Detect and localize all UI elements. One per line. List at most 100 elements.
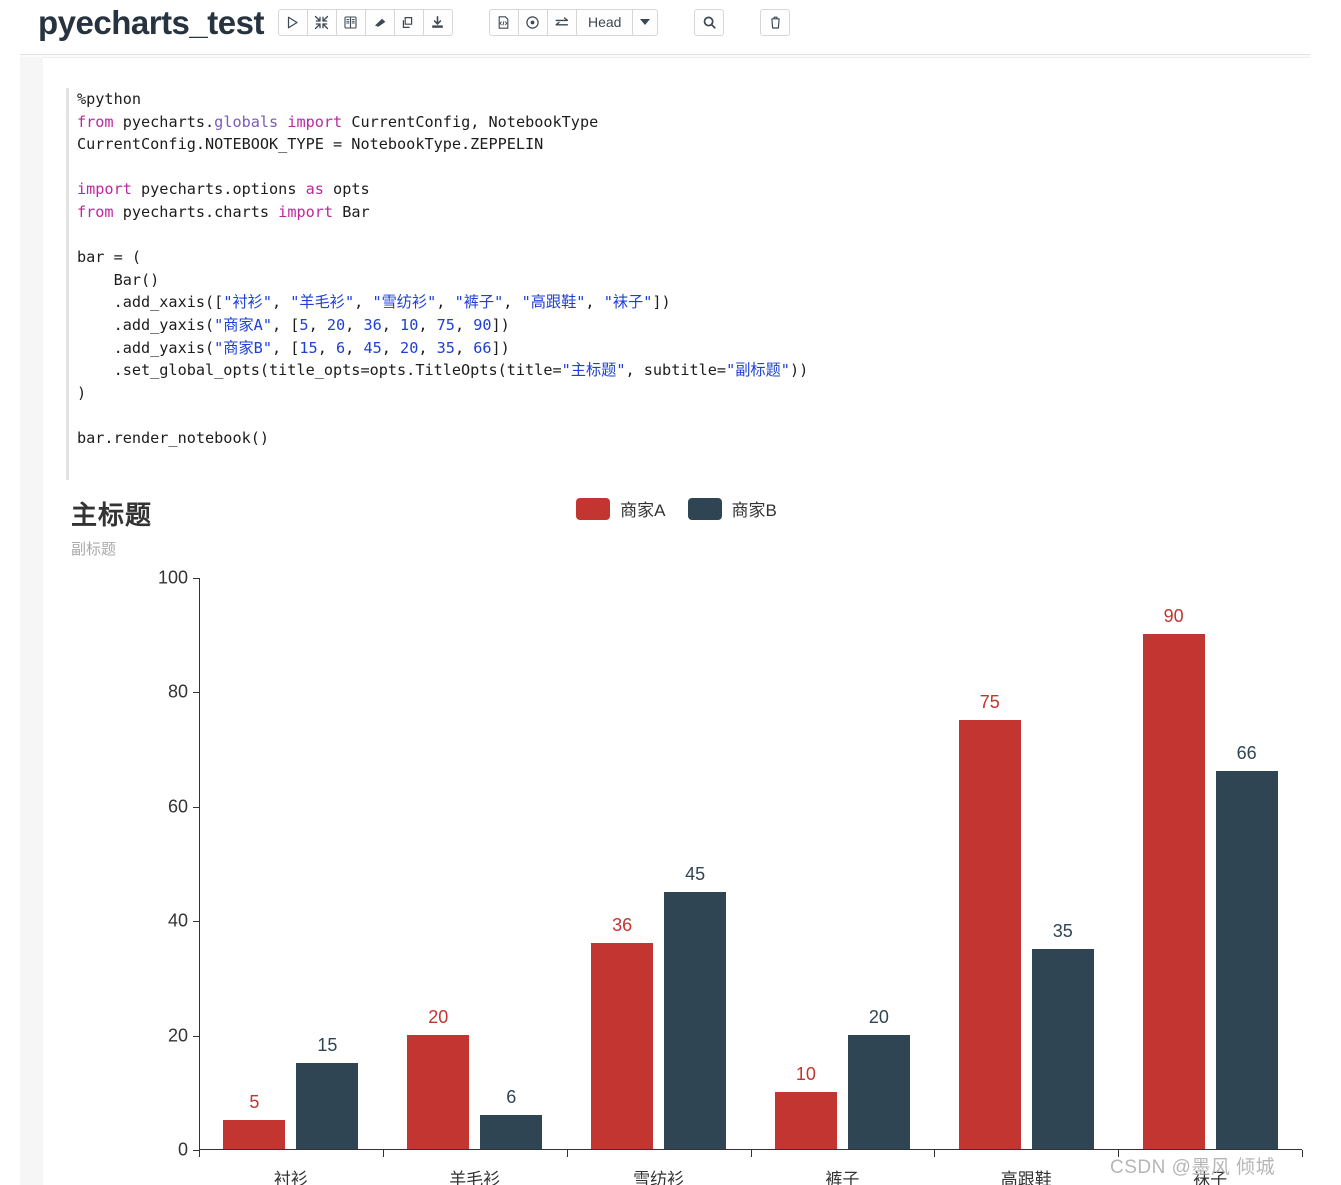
search-icon <box>702 15 717 30</box>
code-token: ) <box>77 383 87 402</box>
bar-商家A-羊毛衫[interactable]: 20 <box>407 1007 470 1149</box>
code-token: , <box>271 293 291 312</box>
legend-item-商家B[interactable]: 商家B <box>687 496 777 521</box>
x-category-label: 衬衫 <box>273 1170 308 1185</box>
code-token: bar = ( <box>77 248 142 267</box>
hide-output-button[interactable] <box>306 8 337 36</box>
bar-商家A-裤子[interactable]: 10 <box>774 1064 837 1149</box>
code-token: from <box>77 202 114 221</box>
code-token: , <box>308 315 327 334</box>
code-token: , <box>345 338 364 357</box>
code-cell[interactable]: %python from pyecharts.globals import Cu… <box>66 88 1256 480</box>
code-token: %python <box>77 90 142 108</box>
bar-value-label: 36 <box>612 915 633 936</box>
y-tick-label: 20 <box>167 1025 188 1046</box>
code-token: ]) <box>491 315 510 334</box>
bar-value-label: 20 <box>868 1006 889 1027</box>
bar-value-label: 20 <box>428 1006 449 1027</box>
code-token: , <box>436 293 455 312</box>
code-token: , <box>418 338 437 357</box>
code-token: "商家A" <box>214 315 272 334</box>
code-token: bar.render_notebook() <box>77 428 270 447</box>
play-triangle-icon <box>285 15 300 30</box>
code-token: import <box>278 202 334 221</box>
code-token: 90 <box>473 315 492 334</box>
bar-商家A-衬衫[interactable]: 5 <box>223 1092 286 1149</box>
bar-value-label: 75 <box>979 692 1000 712</box>
bar-商家B-高跟鞋[interactable]: 35 <box>1031 921 1094 1149</box>
code-editor[interactable]: %python from pyecharts.globals import Cu… <box>66 88 1256 450</box>
export-button[interactable] <box>422 8 453 36</box>
code-token: pyecharts.charts <box>113 202 279 221</box>
notebook-left-strip <box>20 57 43 1185</box>
code-token: "主标题" <box>561 361 626 380</box>
bar-value-label: 6 <box>506 1086 517 1107</box>
bar-商家A-雪纺衫[interactable]: 36 <box>591 915 654 1149</box>
legend-swatch-icon <box>576 497 611 520</box>
code-token: "雪纺衫" <box>372 293 437 312</box>
code-token: ]) <box>491 338 510 357</box>
code-token: "商家B" <box>214 338 272 357</box>
code-token: , <box>345 315 364 334</box>
code-token: , <box>317 338 336 357</box>
x-tick-mark <box>382 1150 384 1157</box>
code-token: import <box>77 180 132 199</box>
code-token: 20 <box>326 315 346 334</box>
code-token: 35 <box>436 338 455 357</box>
y-tick-mark <box>193 1035 199 1037</box>
y-tick-mark <box>193 692 199 694</box>
search-button[interactable] <box>694 8 725 36</box>
bar-商家B-羊毛衫[interactable]: 6 <box>480 1087 543 1149</box>
code-token: as <box>305 180 324 199</box>
code-token: 15 <box>299 338 318 357</box>
bar-商家B-袜子[interactable]: 66 <box>1215 743 1278 1149</box>
chart-legend: 商家A 商家B <box>43 496 1310 521</box>
clone-paragraph-button[interactable] <box>393 8 424 36</box>
code-token: , <box>454 315 474 334</box>
x-tick-mark <box>934 1150 936 1157</box>
code-token: 45 <box>363 338 382 357</box>
code-token: 6 <box>336 338 346 357</box>
bar-商家A-袜子[interactable]: 90 <box>1142 606 1205 1149</box>
y-tick-mark <box>193 921 199 923</box>
book-icon <box>343 15 358 30</box>
code-view-button[interactable] <box>488 8 519 36</box>
code-token: opts <box>323 180 370 199</box>
code-token: Bar <box>333 202 370 221</box>
bar-商家B-雪纺衫[interactable]: 45 <box>664 864 727 1149</box>
code-token: "羊毛衫" <box>290 293 355 312</box>
x-category-label: 羊毛衫 <box>449 1170 501 1185</box>
run-paragraph-button[interactable] <box>277 8 308 36</box>
toggle-button[interactable] <box>546 8 577 36</box>
copy-icon <box>401 15 416 30</box>
version-dropdown-button[interactable] <box>632 8 659 36</box>
bar-商家B-裤子[interactable]: 20 <box>847 1007 910 1149</box>
code-token: Bar() <box>77 270 160 289</box>
bar-商家B-衬衫[interactable]: 15 <box>296 1035 359 1149</box>
bar-商家A-高跟鞋[interactable]: 75 <box>958 692 1021 1149</box>
y-tick-label: 40 <box>167 910 188 931</box>
bar-value-label: 45 <box>685 863 706 884</box>
screenshot-root: pyecharts_test Head %python from pyechar… <box>0 0 1341 1185</box>
code-token: pyecharts. <box>113 112 215 131</box>
trash-icon <box>768 15 783 30</box>
x-category-label: 高跟鞋 <box>1000 1170 1052 1185</box>
y-tick-label: 0 <box>177 1139 188 1160</box>
notebook-action-group: Head <box>488 8 659 36</box>
code-token: 36 <box>363 315 382 334</box>
version-selector[interactable]: Head <box>575 8 634 36</box>
code-token: CurrentConfig, NotebookType <box>342 112 599 131</box>
permissions-button[interactable] <box>517 8 548 36</box>
legend-item-商家A[interactable]: 商家A <box>576 496 666 521</box>
x-tick-mark <box>1302 1150 1303 1157</box>
clear-output-button[interactable] <box>364 8 395 36</box>
code-token: "裤子" <box>454 293 504 312</box>
code-token: pyecharts.options <box>131 180 306 199</box>
delete-notebook-button[interactable] <box>760 8 791 36</box>
x-category-label: 裤子 <box>825 1170 860 1185</box>
paragraph-action-group <box>277 8 453 36</box>
target-circle-icon <box>525 15 540 30</box>
show-title-button[interactable] <box>335 8 366 36</box>
chart-subtitle: 副标题 <box>71 541 117 558</box>
code-token: "副标题" <box>726 361 790 380</box>
